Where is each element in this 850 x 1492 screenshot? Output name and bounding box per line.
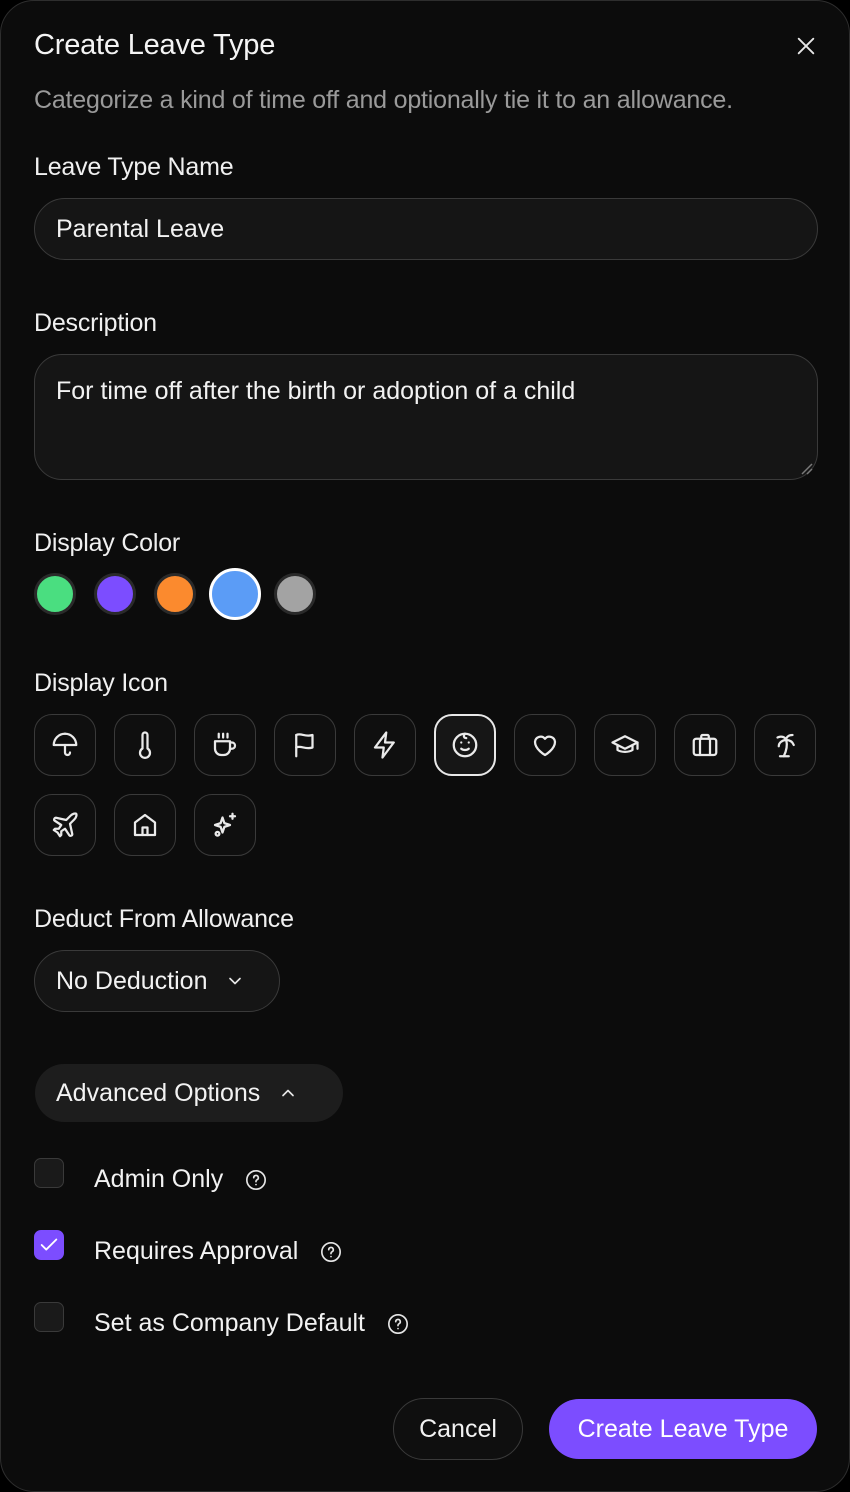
close-button[interactable] xyxy=(791,31,821,61)
icon-option-lightning[interactable] xyxy=(354,714,416,776)
advanced-options-toggle[interactable]: Advanced Options xyxy=(35,1064,343,1122)
leave-type-name-input[interactable]: Parental Leave xyxy=(34,198,818,260)
deduct-label: Deduct From Allowance xyxy=(34,905,294,933)
lightning-icon xyxy=(373,731,395,759)
chevron-down-icon xyxy=(229,977,242,985)
palm-tree-icon xyxy=(776,733,795,758)
help-circle-icon[interactable] xyxy=(387,1313,409,1335)
coffee-icon xyxy=(213,732,237,757)
icon-option-flag[interactable] xyxy=(274,714,336,776)
admin-only-checkbox[interactable] xyxy=(34,1158,64,1188)
check-icon xyxy=(40,1238,58,1251)
color-swatch-purple[interactable] xyxy=(94,573,136,615)
icon-option-plane[interactable] xyxy=(34,794,96,856)
create-leave-type-button[interactable]: Create Leave Type xyxy=(549,1399,817,1459)
requires-approval-option: Requires Approval xyxy=(34,1230,342,1265)
close-icon xyxy=(797,37,815,55)
resize-handle-icon[interactable] xyxy=(799,461,813,475)
deduct-allowance-select[interactable]: No Deduction xyxy=(34,950,280,1012)
icon-option-umbrella[interactable] xyxy=(34,714,96,776)
dialog-title: Create Leave Type xyxy=(34,29,276,61)
flag-icon xyxy=(295,733,314,758)
icon-option-sparkles[interactable] xyxy=(194,794,256,856)
icon-option-briefcase[interactable] xyxy=(674,714,736,776)
requires-approval-row-label: Requires Approval xyxy=(94,1237,342,1266)
company-default-label: Set as Company Default xyxy=(94,1309,365,1337)
leave-type-name-value: Parental Leave xyxy=(56,214,225,243)
icon-option-coffee[interactable] xyxy=(194,714,256,776)
admin-only-option: Admin Only xyxy=(34,1158,267,1193)
umbrella-icon xyxy=(52,732,78,757)
advanced-options-label: Advanced Options xyxy=(56,1078,261,1107)
cancel-button[interactable]: Cancel xyxy=(393,1398,523,1460)
company-default-option: Set as Company Default xyxy=(34,1302,408,1337)
description-value: For time off after the birth or adoption… xyxy=(56,377,576,405)
graduation-cap-icon xyxy=(611,735,639,753)
color-swatch-group xyxy=(34,568,316,620)
baby-icon xyxy=(452,732,478,758)
description-label: Description xyxy=(34,309,157,337)
description-textarea[interactable]: For time off after the birth or adoption… xyxy=(34,354,818,480)
chevron-up-icon xyxy=(282,1089,295,1097)
color-swatch-gray[interactable] xyxy=(274,573,316,615)
admin-only-row-label: Admin Only xyxy=(94,1165,267,1194)
company-default-row-label: Set as Company Default xyxy=(94,1309,409,1338)
plane-icon xyxy=(52,812,78,838)
color-swatch-orange[interactable] xyxy=(154,573,196,615)
create-leave-type-dialog: Create Leave Type Categorize a kind of t… xyxy=(0,0,850,1492)
briefcase-icon xyxy=(692,733,718,757)
help-circle-icon[interactable] xyxy=(320,1241,342,1263)
color-swatch-blue[interactable] xyxy=(209,568,261,620)
icon-option-graduation-cap[interactable] xyxy=(594,714,656,776)
icon-option-palm-tree[interactable] xyxy=(754,714,816,776)
display-icon-label: Display Icon xyxy=(34,669,168,697)
display-color-label: Display Color xyxy=(34,529,181,557)
icon-option-thermometer[interactable] xyxy=(114,714,176,776)
icon-option-heart[interactable] xyxy=(514,714,576,776)
leave-type-name-label: Leave Type Name xyxy=(34,153,234,181)
help-circle-icon[interactable] xyxy=(245,1169,267,1191)
requires-approval-checkbox[interactable] xyxy=(34,1230,64,1260)
color-swatch-green[interactable] xyxy=(34,573,76,615)
admin-only-label: Admin Only xyxy=(94,1165,224,1193)
deduct-select-value: No Deduction xyxy=(56,966,208,995)
thermometer-icon xyxy=(138,731,152,759)
icon-option-baby[interactable] xyxy=(434,714,496,776)
sparkles-icon xyxy=(213,812,237,837)
company-default-checkbox[interactable] xyxy=(34,1302,64,1332)
heart-icon xyxy=(533,735,557,757)
dialog-subtitle: Categorize a kind of time off and option… xyxy=(34,86,733,114)
requires-approval-label: Requires Approval xyxy=(94,1237,299,1265)
icon-option-home[interactable] xyxy=(114,794,176,856)
home-icon xyxy=(133,813,157,837)
